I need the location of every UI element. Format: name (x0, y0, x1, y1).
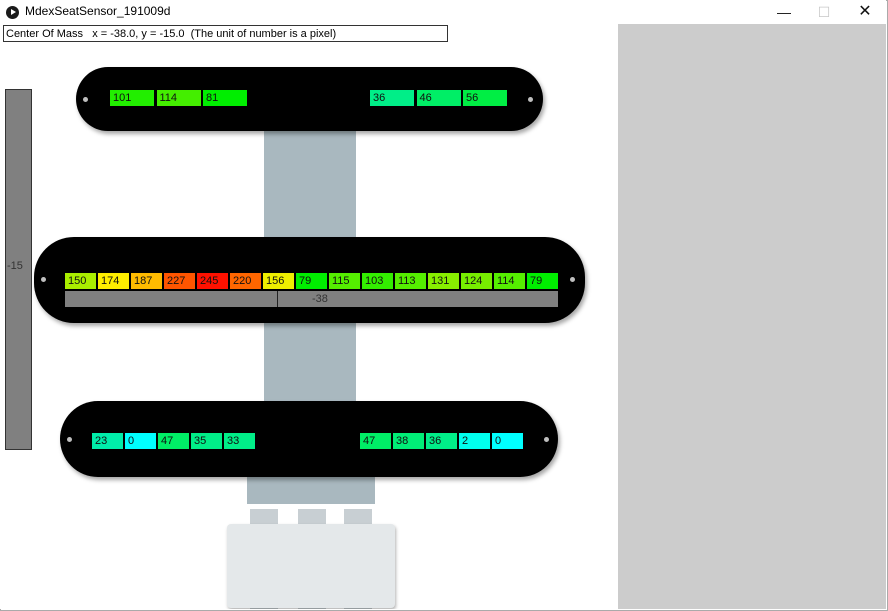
sensor-cell-bottom-left: 35 (191, 433, 222, 449)
sensor-cell-bottom-left: 47 (158, 433, 189, 449)
sensor-cell-middle: 113 (395, 273, 426, 289)
side-panel (618, 24, 886, 609)
sensor-cell-middle: 245 (197, 273, 228, 289)
pad-rivet (570, 277, 575, 282)
sensor-spine-middle (264, 314, 356, 404)
pad-rivet (528, 97, 533, 102)
sensor-cell-bottom-right: 38 (393, 433, 424, 449)
sensor-cell-bottom-right: 36 (426, 433, 457, 449)
y-center-label: -15 (7, 260, 23, 272)
close-button[interactable]: ✕ (845, 0, 885, 24)
sensor-cell-middle: 79 (527, 273, 558, 289)
x-center-marker (277, 291, 278, 307)
sensor-cell-bottom-left: 23 (92, 433, 123, 449)
sensor-cell-bottom-right: 2 (459, 433, 490, 449)
sensor-cell-top-left: 101 (110, 90, 154, 106)
sensor-cell-middle: 150 (65, 273, 96, 289)
sensor-cell-bottom-right: 0 (492, 433, 523, 449)
sensor-cell-top-right: 46 (416, 90, 461, 106)
sensor-cell-top-left: 81 (203, 90, 247, 106)
sensor-spine-upper (264, 128, 356, 238)
sensor-cell-bottom-left: 33 (224, 433, 255, 449)
center-of-mass-readout: Center Of Mass x = -38.0, y = -15.0 (The… (3, 25, 448, 42)
sensor-cell-top-right: 36 (370, 90, 414, 106)
sensor-cell-middle: 227 (164, 273, 195, 289)
sensor-cell-middle: 187 (131, 273, 162, 289)
sensor-cell-bottom-right: 47 (360, 433, 391, 449)
pad-rivet (67, 437, 72, 442)
sensor-cell-bottom-left: 0 (125, 433, 156, 449)
sensor-cell-middle: 115 (329, 273, 360, 289)
app-play-icon (6, 6, 19, 19)
title-bar[interactable]: MdexSeatSensor_191009d — ☐ ✕ (0, 0, 886, 24)
pad-rivet (83, 97, 88, 102)
sensor-cell-middle: 114 (494, 273, 525, 289)
sensor-cell-middle: 79 (296, 273, 327, 289)
minimize-button[interactable]: — (764, 0, 804, 24)
cable-connector (227, 524, 395, 608)
pad-rivet (41, 277, 46, 282)
sensor-cell-top-right: 56 (463, 90, 507, 106)
sensor-cell-middle: 103 (362, 273, 393, 289)
sensor-cell-middle: 131 (428, 273, 459, 289)
sensor-cell-middle: 124 (461, 273, 492, 289)
sensor-cell-middle: 156 (263, 273, 294, 289)
x-center-label: -38 (312, 293, 328, 305)
pad-rivet (544, 437, 549, 442)
sensor-cell-middle: 174 (98, 273, 129, 289)
sensor-cell-top-left: 114 (156, 90, 201, 106)
sensor-cell-middle: 220 (230, 273, 261, 289)
sensor-canvas (0, 24, 618, 609)
maximize-button[interactable]: ☐ (804, 0, 844, 24)
window-title: MdexSeatSensor_191009d (25, 4, 171, 18)
